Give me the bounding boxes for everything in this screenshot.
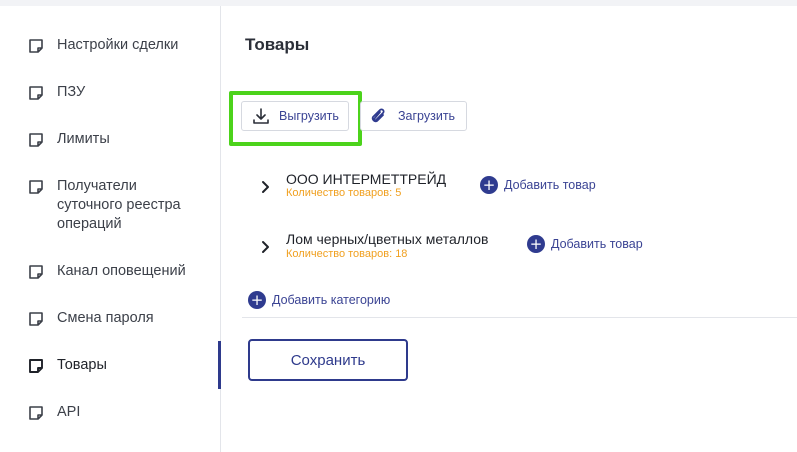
save-button[interactable]: Сохранить [248,339,408,381]
paperclip-icon [368,106,388,126]
sidebar-item-deal-settings[interactable]: Настройки сделки [0,36,221,56]
sidebar-item-label: API [57,404,81,420]
document-icon [28,358,44,374]
document-icon [28,179,44,195]
add-category-button[interactable]: + Добавить категорию [248,291,390,309]
document-icon [28,85,44,101]
document-icon [28,311,44,327]
sidebar-item-label: Лимиты [57,131,110,147]
sidebar-item-pzu[interactable]: ПЗУ [0,83,221,103]
plus-icon: + [248,291,266,309]
add-product-button[interactable]: + Добавить товар [527,235,643,253]
sidebar-item-label: Товары [57,357,107,373]
plus-icon: + [527,235,545,253]
chevron-right-icon[interactable] [260,240,272,254]
chevron-right-icon[interactable] [260,180,272,194]
sidebar-item-label: Настройки сделки [57,37,179,53]
category-count: Количество товаров: 5 [286,187,402,199]
plus-icon: + [480,176,498,194]
sidebar-item-limits[interactable]: Лимиты [0,130,221,150]
sidebar-item-label: Получатели суточного реестра операций [57,178,181,232]
sidebar-item-label: ПЗУ [57,84,86,100]
sidebar-item-daily-registry-recipients[interactable]: Получатели суточного реестра операций [0,177,221,237]
divider [242,317,797,318]
add-product-label: Добавить товар [551,237,643,251]
add-category-label: Добавить категорию [272,293,391,307]
import-button[interactable]: Загрузить [360,101,467,131]
sidebar-item-change-password[interactable]: Смена пароля [0,309,221,329]
category-name: ООО ИНТЕРМЕТТРЕЙД [286,171,447,187]
category-count: Количество товаров: 18 [286,248,408,260]
document-icon [28,38,44,54]
download-icon [251,106,271,126]
category-name: Лом черных/цветных металлов [286,231,489,247]
page-title: Товары [245,35,310,54]
export-button-label: Выгрузить [279,109,339,123]
document-icon [28,264,44,280]
import-button-label: Загрузить [398,109,456,123]
sidebar-item-api[interactable]: API [0,403,221,423]
active-indicator [218,341,221,389]
document-icon [28,132,44,148]
settings-sidebar: Настройки сделки ПЗУ Лимиты Получатели с… [0,6,221,452]
sidebar-item-label: Смена пароля [57,310,154,326]
sidebar-item-notification-channel[interactable]: Канал оповещений [0,262,221,282]
sidebar-item-goods[interactable]: Товары [0,356,221,376]
document-icon [28,405,44,421]
add-product-button[interactable]: + Добавить товар [480,176,596,194]
sidebar-item-label: Канал оповещений [57,263,186,279]
export-button[interactable]: Выгрузить [241,101,349,131]
add-product-label: Добавить товар [504,178,596,192]
